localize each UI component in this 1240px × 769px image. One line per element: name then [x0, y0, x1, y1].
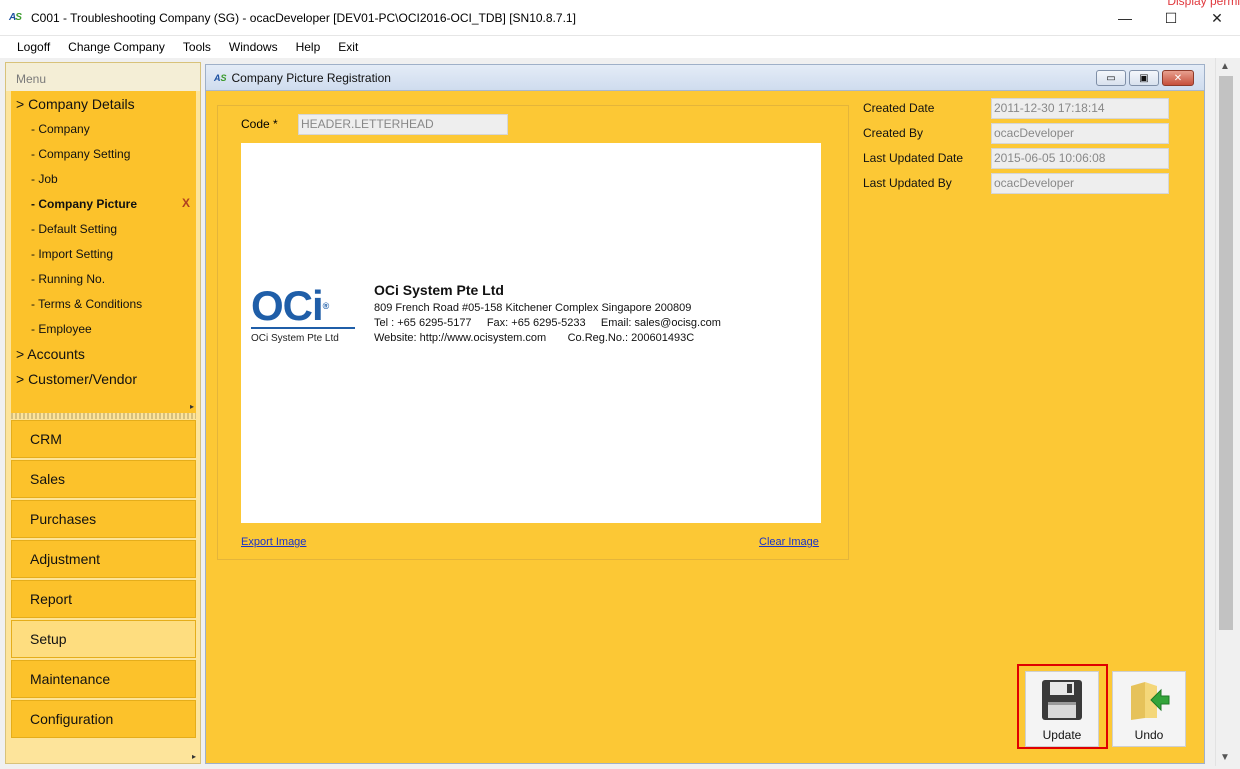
last-updated-date-label: Last Updated Date — [863, 151, 964, 165]
last-updated-by-field[interactable]: ocacDeveloper — [991, 173, 1169, 194]
main-vertical-scrollbar[interactable]: ▲ ▼ — [1215, 58, 1235, 766]
picture-preview[interactable]: OCi® OCi System Pte Ltd OCi System Pte L… — [241, 143, 821, 523]
undo-button[interactable]: Undo — [1112, 671, 1186, 747]
menu-change-company[interactable]: Change Company — [59, 40, 174, 54]
maximize-button[interactable]: ☐ — [1148, 0, 1194, 36]
created-by-label: Created By — [863, 126, 924, 140]
tree-item-default-setting[interactable]: - Default Setting — [11, 216, 196, 241]
child-restore-button[interactable]: ▣ — [1129, 70, 1159, 86]
menu-windows[interactable]: Windows — [220, 40, 287, 54]
tree-item-company-setting[interactable]: - Company Setting — [11, 141, 196, 166]
child-close-button[interactable]: ✕ — [1162, 70, 1194, 86]
created-by-field[interactable]: ocacDeveloper — [991, 123, 1169, 144]
company-picture-window: AS Company Picture Registration ▭ ▣ ✕ Co… — [205, 64, 1205, 764]
menu-header: Menu — [6, 63, 200, 91]
tree-item-company-picture[interactable]: - Company Picture X — [11, 191, 196, 216]
menu-help[interactable]: Help — [287, 40, 330, 54]
tree-item-employee[interactable]: - Employee — [11, 316, 196, 341]
tree-item-import-setting[interactable]: - Import Setting — [11, 241, 196, 266]
child-minimize-button[interactable]: ▭ — [1096, 70, 1126, 86]
menu-bar: Logoff Change Company Tools Windows Help… — [0, 36, 1240, 58]
last-updated-by-label: Last Updated By — [863, 176, 952, 190]
logo-letters: OCi® — [251, 282, 329, 329]
letterhead-text: OCi System Pte Ltd 809 French Road #05-1… — [374, 283, 721, 346]
letterhead-contact: Tel : +65 6295-5177 Fax: +65 6295-5233 E… — [374, 317, 721, 329]
letterhead-company: OCi System Pte Ltd — [374, 282, 504, 298]
module-sales[interactable]: Sales — [11, 460, 196, 498]
scrollbar-thumb[interactable] — [1219, 76, 1233, 630]
tree-item-job[interactable]: - Job — [11, 166, 196, 191]
app-logo-icon: AS — [9, 11, 22, 23]
window-title-bar: AS C001 - Troubleshooting Company (SG) -… — [0, 0, 1240, 36]
undo-button-label: Undo — [1134, 728, 1164, 742]
minimize-button[interactable]: — — [1102, 0, 1148, 36]
code-field[interactable]: HEADER.LETTERHEAD — [298, 114, 508, 135]
menu-tools[interactable]: Tools — [174, 40, 220, 54]
floppy-disk-icon — [1042, 680, 1082, 720]
module-list: CRM Sales Purchases Adjustment Report Se… — [11, 420, 196, 740]
navigation-tree: > Company Details - Company - Company Se… — [11, 91, 196, 413]
oci-logo: OCi® OCi System Pte Ltd — [251, 282, 363, 344]
module-adjustment[interactable]: Adjustment — [11, 540, 196, 578]
window-title: C001 - Troubleshooting Company (SG) - oc… — [31, 10, 576, 25]
scroll-right-arrow-icon[interactable]: ▸ — [192, 752, 196, 761]
close-button[interactable]: ✕ — [1194, 0, 1240, 36]
module-crm[interactable]: CRM — [11, 420, 196, 458]
code-label: Code * — [241, 117, 278, 131]
scroll-up-arrow-icon[interactable]: ▲ — [1220, 61, 1230, 72]
menu-logoff[interactable]: Logoff — [8, 40, 59, 54]
tree-item-running-no[interactable]: - Running No. — [11, 266, 196, 291]
clear-image-link[interactable]: Clear Image — [759, 536, 819, 548]
child-window-title: Company Picture Registration — [231, 70, 391, 85]
letterhead-address: 809 French Road #05-158 Kitchener Comple… — [374, 302, 692, 314]
left-navigation-panel: Menu > Company Details - Company - Compa… — [5, 62, 201, 764]
letterhead-web: Website: http://www.ocisystem.com Co.Reg… — [374, 332, 695, 344]
created-date-label: Created Date — [863, 101, 935, 115]
update-button-label: Update — [1042, 728, 1082, 742]
module-report[interactable]: Report — [11, 580, 196, 618]
tree-item-label: - Company Picture — [31, 196, 138, 211]
module-configuration[interactable]: Configuration — [11, 700, 196, 738]
update-button[interactable]: Update — [1025, 671, 1099, 747]
module-purchases[interactable]: Purchases — [11, 500, 196, 538]
tree-node-company-details[interactable]: > Company Details — [11, 91, 196, 116]
scroll-down-arrow-icon[interactable]: ▼ — [1220, 752, 1230, 763]
close-tab-icon[interactable]: X — [182, 196, 190, 210]
export-image-link[interactable]: Export Image — [241, 536, 306, 548]
logo-subtitle: OCi System Pte Ltd — [251, 333, 339, 344]
tree-node-customer-vendor[interactable]: > Customer/Vendor — [11, 366, 196, 391]
menu-exit[interactable]: Exit — [329, 40, 367, 54]
undo-folder-icon — [1131, 682, 1170, 720]
tree-item-company[interactable]: - Company — [11, 116, 196, 141]
picture-group-box: Code * HEADER.LETTERHEAD OCi® OCi System… — [217, 105, 849, 560]
app-logo-icon: AS — [214, 72, 227, 83]
module-maintenance[interactable]: Maintenance — [11, 660, 196, 698]
module-setup[interactable]: Setup — [11, 620, 196, 658]
created-date-field[interactable]: 2011-12-30 17:18:14 — [991, 98, 1169, 119]
child-window-title-bar: AS Company Picture Registration ▭ ▣ ✕ — [206, 65, 1204, 91]
tree-node-accounts[interactable]: > Accounts — [11, 341, 196, 366]
scroll-right-arrow-icon[interactable]: ▸ — [190, 402, 194, 411]
splitter-handle[interactable] — [11, 413, 196, 419]
tree-item-terms-conditions[interactable]: - Terms & Conditions — [11, 291, 196, 316]
last-updated-date-field[interactable]: 2015-06-05 10:06:08 — [991, 148, 1169, 169]
